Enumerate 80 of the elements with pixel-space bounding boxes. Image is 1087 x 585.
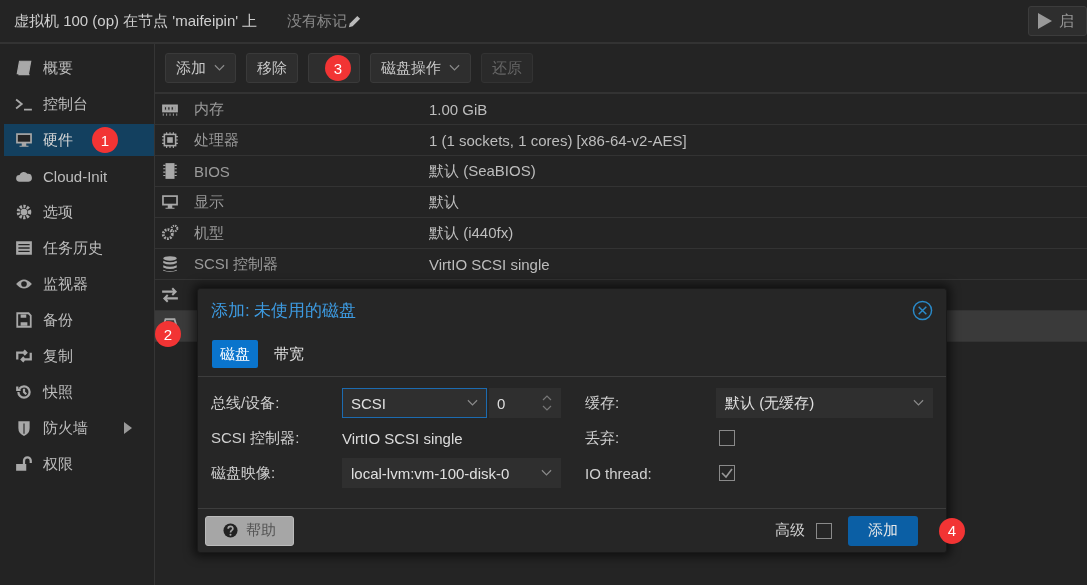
sidebar-item[interactable]: 监视器 — [0, 266, 154, 302]
row-value: VirtIO SCSI single — [429, 255, 550, 273]
sidebar-item[interactable]: 防火墙 — [0, 410, 154, 446]
gears-icon — [160, 224, 180, 242]
table-row[interactable]: BIOS 默认 (SeaBIOS) — [155, 156, 1087, 187]
field-label: 丢弃: — [585, 428, 621, 448]
tab[interactable]: 磁盘 — [212, 340, 258, 368]
sidebar-item[interactable]: 备份 — [0, 302, 154, 338]
sidebar-item[interactable]: 快照 — [0, 374, 154, 410]
row-label: 内存 — [194, 99, 225, 119]
select-field[interactable]: local-lvm:vm-100-disk-0 — [342, 458, 561, 488]
toolbar-button[interactable]: 磁盘操作 — [370, 53, 471, 83]
add-button[interactable]: 添加 — [848, 515, 918, 546]
row-value: 1.00 GiB — [429, 100, 488, 118]
row-label: 显示 — [194, 192, 225, 212]
window-title: 虚拟机 100 (op) 在节点 'maifeipin' 上 — [14, 11, 258, 31]
row-label: 机型 — [194, 223, 225, 243]
field-label: 总线/设备: — [211, 393, 281, 413]
number-badge: 1 — [92, 127, 118, 153]
table-row[interactable]: 内存 1.00 GiB — [155, 94, 1087, 125]
advanced-label: 高级 — [775, 521, 805, 540]
chip-icon — [160, 162, 180, 180]
help-icon — [223, 523, 238, 538]
table-row[interactable]: 机型 默认 (i440fx) — [155, 218, 1087, 249]
start-button[interactable]: 启 — [1028, 6, 1087, 36]
pencil-icon — [347, 13, 363, 29]
table-row[interactable]: 处理器 1 (1 sockets, 1 cores) [x86-64-v2-AES] — [155, 125, 1087, 156]
dialog-title: 添加: 未使用的磁盘 — [211, 299, 358, 322]
sidebar-item[interactable]: 控制台 — [0, 86, 154, 122]
caret-icon — [466, 399, 478, 407]
checkbox[interactable] — [719, 465, 735, 481]
row-label: SCSI 控制器 — [194, 254, 280, 274]
tab[interactable]: 带宽 — [266, 340, 312, 368]
arrows-icon — [160, 286, 180, 304]
row-label: 处理器 — [194, 130, 240, 150]
caret-icon — [913, 399, 924, 407]
sidebar-item[interactable]: Cloud-Init — [0, 158, 154, 194]
close-icon[interactable] — [912, 299, 933, 321]
sidebar-item[interactable]: 任务历史 — [0, 230, 154, 266]
number-badge: 2 — [155, 321, 181, 347]
unlock-icon — [15, 455, 33, 473]
sidebar-item[interactable]: 概要 — [0, 50, 154, 86]
row-value: 默认 — [429, 192, 459, 212]
monitor-icon — [15, 131, 33, 149]
row-label: BIOS — [194, 162, 231, 180]
field-label: 磁盘映像: — [211, 463, 277, 483]
play-icon — [1037, 12, 1053, 30]
book-icon — [15, 59, 33, 77]
table-row[interactable]: SCSI 控制器 VirtIO SCSI single — [155, 249, 1087, 280]
database-icon — [160, 255, 180, 273]
field-label: IO thread: — [585, 464, 653, 482]
bus-select[interactable]: SCSI — [342, 388, 487, 418]
repeat-icon — [15, 347, 33, 365]
monitor-icon — [160, 193, 180, 211]
sidebar-item[interactable]: 硬件 1 — [4, 124, 154, 156]
field-label: SCSI 控制器: — [211, 428, 301, 448]
list-icon — [15, 239, 33, 257]
caret-icon — [541, 469, 552, 477]
floppy-icon — [15, 311, 33, 329]
gear-icon — [15, 203, 33, 221]
tags-link[interactable]: 没有标记 — [287, 11, 363, 31]
checkbox[interactable] — [816, 522, 832, 539]
field-label: 缓存: — [585, 393, 621, 413]
row-value: 默认 (SeaBIOS) — [429, 161, 536, 181]
field-value: VirtIO SCSI single — [342, 429, 463, 447]
number-badge: 4 — [939, 517, 965, 544]
toolbar-button[interactable]: 移除 — [246, 53, 298, 83]
checkbox[interactable] — [719, 430, 735, 446]
number-field[interactable]: 0 — [488, 388, 561, 418]
history-icon — [15, 383, 33, 401]
sidebar-item[interactable]: 复制 — [0, 338, 154, 374]
select-field[interactable]: 默认 (无缓存) — [716, 388, 933, 418]
row-value: 1 (1 sockets, 1 cores) [x86-64-v2-AES] — [429, 131, 687, 149]
sidebar-item[interactable]: 权限 — [0, 446, 154, 482]
cpu-icon — [160, 131, 180, 149]
toolbar-button[interactable]: 添加 — [165, 53, 236, 83]
row-value: 默认 (i440fx) — [429, 223, 514, 243]
shield-icon — [15, 419, 33, 437]
sidebar-item[interactable]: 选项 — [0, 194, 154, 230]
table-row[interactable]: 显示 默认 — [155, 187, 1087, 218]
